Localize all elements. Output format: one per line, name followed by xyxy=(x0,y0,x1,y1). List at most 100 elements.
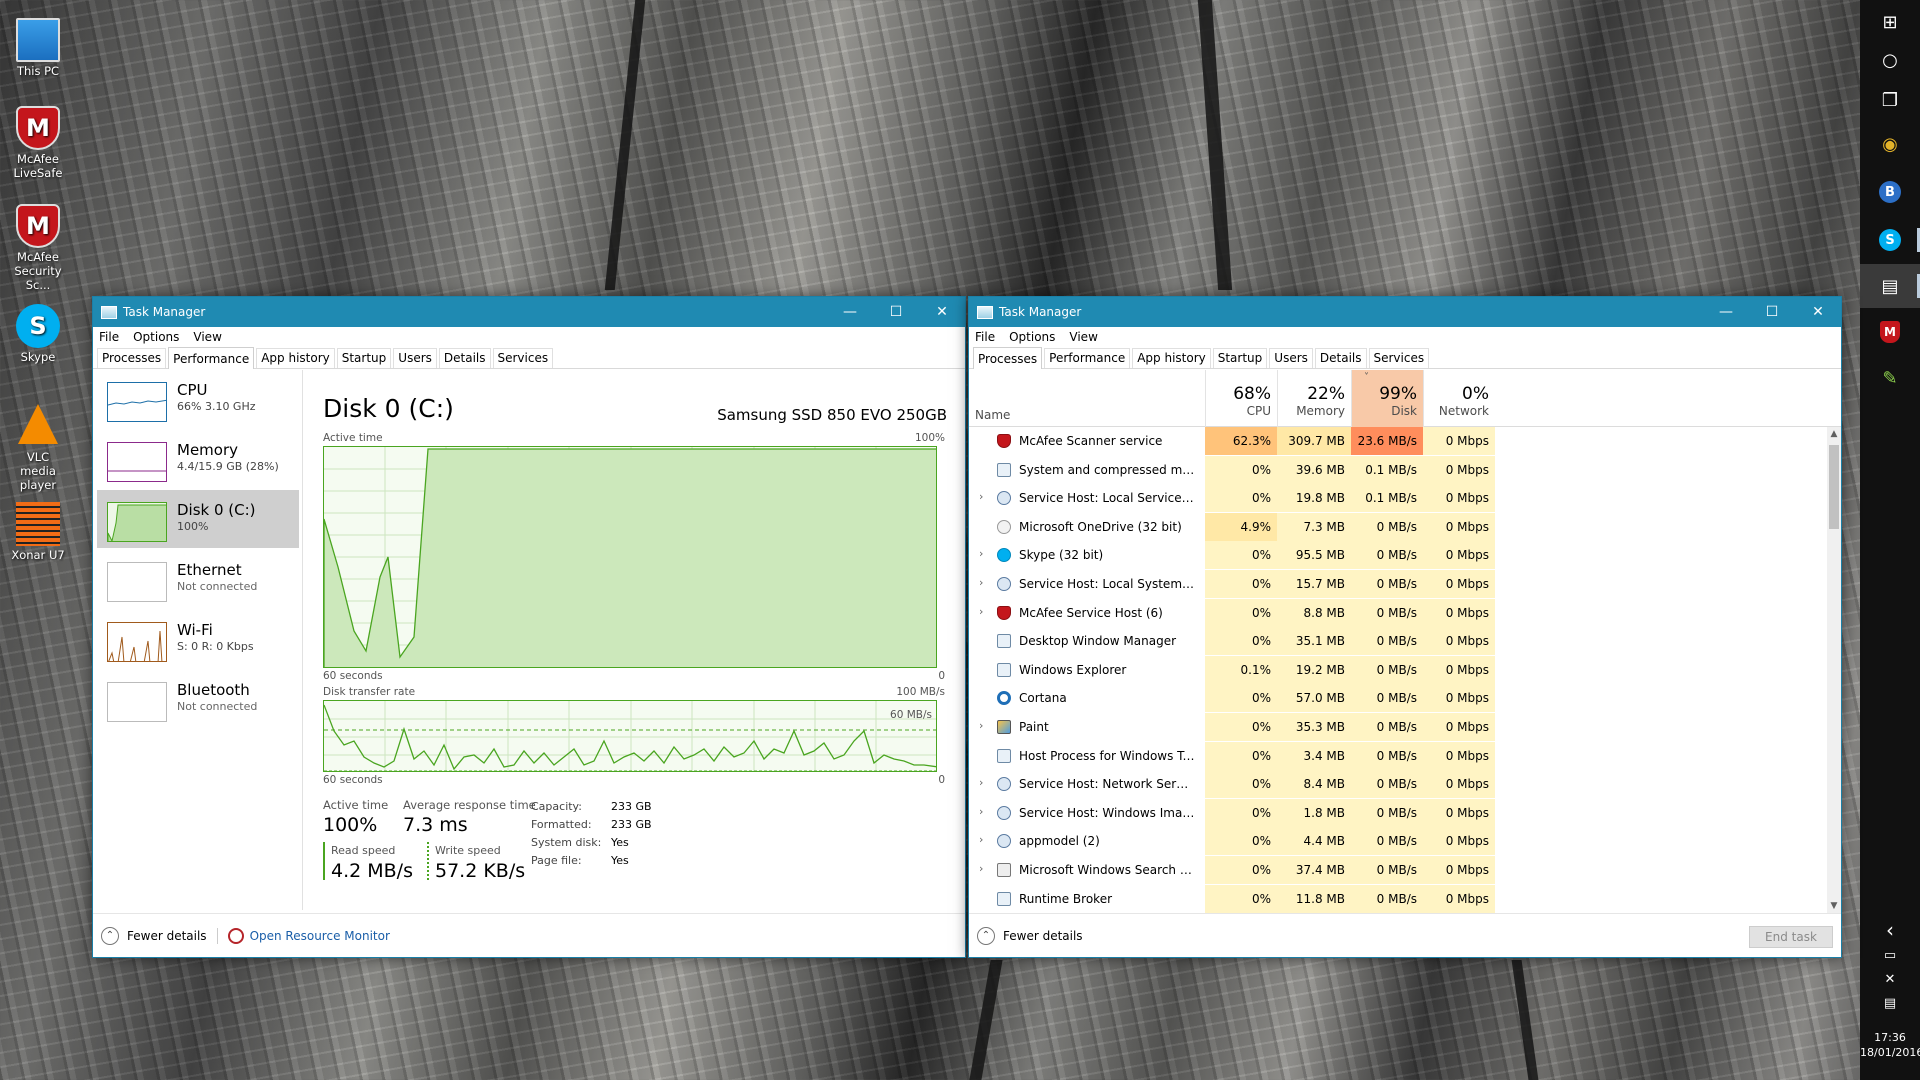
process-row[interactable]: McAfee Scanner service 62.3% 309.7 MB 23.6 … xyxy=(969,427,1829,455)
desktop-icon-mcafee-security-scan[interactable]: M McAfee Security Sc... xyxy=(0,204,76,292)
tab-app-history[interactable]: App history xyxy=(256,348,335,368)
minimize-button[interactable]: — xyxy=(1703,297,1749,327)
collapse-up-icon[interactable]: ⌃ xyxy=(101,926,119,945)
end-task-button[interactable]: End task xyxy=(1749,926,1833,948)
process-row[interactable]: › Service Host: Local System (Net... 0%15.… xyxy=(969,570,1829,598)
desktop-icon-mcafee-livesafe[interactable]: M McAfee LiveSafe xyxy=(0,106,76,180)
process-row[interactable]: › appmodel (2) 0% 4.4 MB 0 MB/s 0 Mbps xyxy=(969,827,1829,856)
volume-muted-icon[interactable]: ✕ xyxy=(1860,972,1920,987)
menu-view[interactable]: View xyxy=(1069,330,1097,344)
expand-chevron-icon[interactable]: › xyxy=(979,719,983,732)
expand-chevron-icon[interactable]: › xyxy=(979,576,983,589)
process-row[interactable]: › McAfee Service Host (6) 0% 8.8 MB 0 MB/s 0 … xyxy=(969,598,1829,627)
collapse-up-icon[interactable]: ⌃ xyxy=(977,926,995,945)
process-disk: 0 MB/s xyxy=(1351,713,1423,741)
taskbar-mcafee[interactable]: M xyxy=(1860,310,1920,354)
maximize-button[interactable]: ☐ xyxy=(873,297,919,327)
expand-chevron-icon[interactable]: › xyxy=(979,547,983,560)
desktop-icon-skype[interactable]: S Skype xyxy=(0,304,76,364)
desktop-icon-vlc[interactable]: VLC media player xyxy=(0,404,76,492)
process-list-scrollbar[interactable]: ▲ ▼ xyxy=(1827,427,1841,913)
title-bar[interactable]: Task Manager — ☐ ✕ xyxy=(969,297,1841,327)
show-hidden-icons-chevron[interactable]: ‹ xyxy=(1860,918,1920,942)
resource-bluetooth[interactable]: Bluetooth Not connected xyxy=(97,670,299,728)
process-row[interactable]: › Paint 0% 35.3 MB 0 MB/s 0 Mbps xyxy=(969,713,1829,741)
tab-processes[interactable]: Processes xyxy=(973,347,1043,369)
tab-startup[interactable]: Startup xyxy=(336,348,392,368)
tab-processes[interactable]: Processes xyxy=(97,348,167,368)
taskbar-skype[interactable]: S xyxy=(1860,218,1920,262)
tab-app-history[interactable]: App history xyxy=(1132,348,1211,368)
scroll-up-icon[interactable]: ▲ xyxy=(1827,429,1841,439)
process-row[interactable]: Desktop Window Manager 0% 35.1 MB 0 MB/s 0 M… xyxy=(969,627,1829,656)
process-row[interactable]: › Microsoft Windows Search Inde... 0%37.4 … xyxy=(969,856,1829,884)
process-row[interactable]: › Service Host: Local Service (Net... 0%19… xyxy=(969,484,1829,513)
open-resource-monitor-link[interactable]: Open Resource Monitor xyxy=(250,929,390,943)
taskbar-task-manager[interactable]: ▤ xyxy=(1860,264,1920,308)
column-header-cpu[interactable]: 68% CPU xyxy=(1205,370,1277,427)
fewer-details-link[interactable]: Fewer details xyxy=(1003,929,1083,943)
fewer-details-link[interactable]: Fewer details xyxy=(127,929,207,943)
battery-icon[interactable]: ▭ xyxy=(1860,948,1920,963)
taskbar-b-app[interactable]: B xyxy=(1860,170,1920,214)
task-manager-icon xyxy=(977,305,993,319)
task-manager-window-performance: Task Manager — ☐ ✕ File Options View Pro… xyxy=(92,296,966,958)
menu-options[interactable]: Options xyxy=(133,330,179,344)
column-header-memory[interactable]: 22% Memory xyxy=(1277,370,1351,427)
taskbar-photos[interactable]: ✎ xyxy=(1860,356,1920,400)
task-manager-icon xyxy=(101,305,117,319)
process-row[interactable]: Windows Explorer 0.1% 19.2 MB 0 MB/s 0 Mbps xyxy=(969,655,1829,684)
desktop-icon-this-pc[interactable]: This PC xyxy=(0,12,76,78)
resource-cpu[interactable]: CPU 66% 3.10 GHz xyxy=(97,370,299,428)
minimize-button[interactable]: — xyxy=(827,297,873,327)
resource-disk-0[interactable]: Disk 0 (C:) 100% xyxy=(97,490,299,548)
maximize-button[interactable]: ☐ xyxy=(1749,297,1795,327)
process-row[interactable]: Host Process for Windows Tasks 0% 3.4 MB 0 … xyxy=(969,741,1829,770)
expand-chevron-icon[interactable]: › xyxy=(979,833,983,846)
resource-memory[interactable]: Memory 4.4/15.9 GB (28%) xyxy=(97,430,299,488)
process-row[interactable]: Runtime Broker 0% 11.8 MB 0 MB/s 0 Mbps xyxy=(969,884,1829,913)
tab-performance[interactable]: Performance xyxy=(168,347,255,369)
expand-chevron-icon[interactable]: › xyxy=(979,490,983,503)
process-row[interactable]: Cortana 0% 57.0 MB 0 MB/s 0 Mbps xyxy=(969,684,1829,713)
close-button[interactable]: ✕ xyxy=(919,297,965,327)
close-button[interactable]: ✕ xyxy=(1795,297,1841,327)
process-row[interactable]: System and compressed memory 0%39.6 MB0.1… xyxy=(969,455,1829,484)
tab-details[interactable]: Details xyxy=(1314,348,1367,368)
task-view-button[interactable]: ❐ xyxy=(1860,78,1920,122)
resource-wifi[interactable]: Wi-Fi S: 0 R: 0 Kbps xyxy=(97,610,299,668)
process-memory: 309.7 MB xyxy=(1277,427,1351,455)
menu-options[interactable]: Options xyxy=(1009,330,1055,344)
resource-ethernet[interactable]: Ethernet Not connected xyxy=(97,550,299,608)
column-header-disk[interactable]: ˅ 99% Disk xyxy=(1351,370,1423,427)
tab-details[interactable]: Details xyxy=(438,348,491,368)
scrollbar-thumb[interactable] xyxy=(1829,445,1839,529)
taskbar-chrome[interactable]: ◉ xyxy=(1860,122,1920,166)
tab-services[interactable]: Services xyxy=(492,348,554,368)
menu-file[interactable]: File xyxy=(975,330,995,344)
expand-chevron-icon[interactable]: › xyxy=(979,862,983,875)
title-bar[interactable]: Task Manager — ☐ ✕ xyxy=(93,297,965,327)
process-row[interactable]: › Skype (32 bit) 0% 95.5 MB 0 MB/s 0 Mbps xyxy=(969,541,1829,570)
process-row[interactable]: › Service Host: Network Service (4) 0%8.4 … xyxy=(969,770,1829,799)
tab-performance[interactable]: Performance xyxy=(1044,348,1131,368)
column-header-name[interactable]: Name xyxy=(975,408,1010,422)
scroll-down-icon[interactable]: ▼ xyxy=(1827,901,1841,911)
column-header-network[interactable]: 0% Network xyxy=(1423,370,1495,427)
menu-file[interactable]: File xyxy=(99,330,119,344)
minimize-icon: — xyxy=(1719,304,1733,320)
process-row[interactable]: Microsoft OneDrive (32 bit) 4.9% 7.3 MB 0 M… xyxy=(969,512,1829,541)
expand-chevron-icon[interactable]: › xyxy=(979,605,983,618)
tab-services[interactable]: Services xyxy=(1368,348,1430,368)
expand-chevron-icon[interactable]: › xyxy=(979,776,983,789)
action-center-icon[interactable]: ▤ xyxy=(1860,996,1920,1011)
cortana-button[interactable]: ○ xyxy=(1860,38,1920,82)
taskbar-clock[interactable]: 17:36 18/01/2016 xyxy=(1860,1030,1920,1060)
desktop-icon-xonar[interactable]: Xonar U7 xyxy=(0,502,76,562)
tab-users[interactable]: Users xyxy=(393,348,437,368)
process-row[interactable]: › Service Host: Windows Image A... 0%1.8 M… xyxy=(969,798,1829,827)
menu-view[interactable]: View xyxy=(193,330,221,344)
tab-users[interactable]: Users xyxy=(1269,348,1313,368)
expand-chevron-icon[interactable]: › xyxy=(979,805,983,818)
tab-startup[interactable]: Startup xyxy=(1212,348,1268,368)
